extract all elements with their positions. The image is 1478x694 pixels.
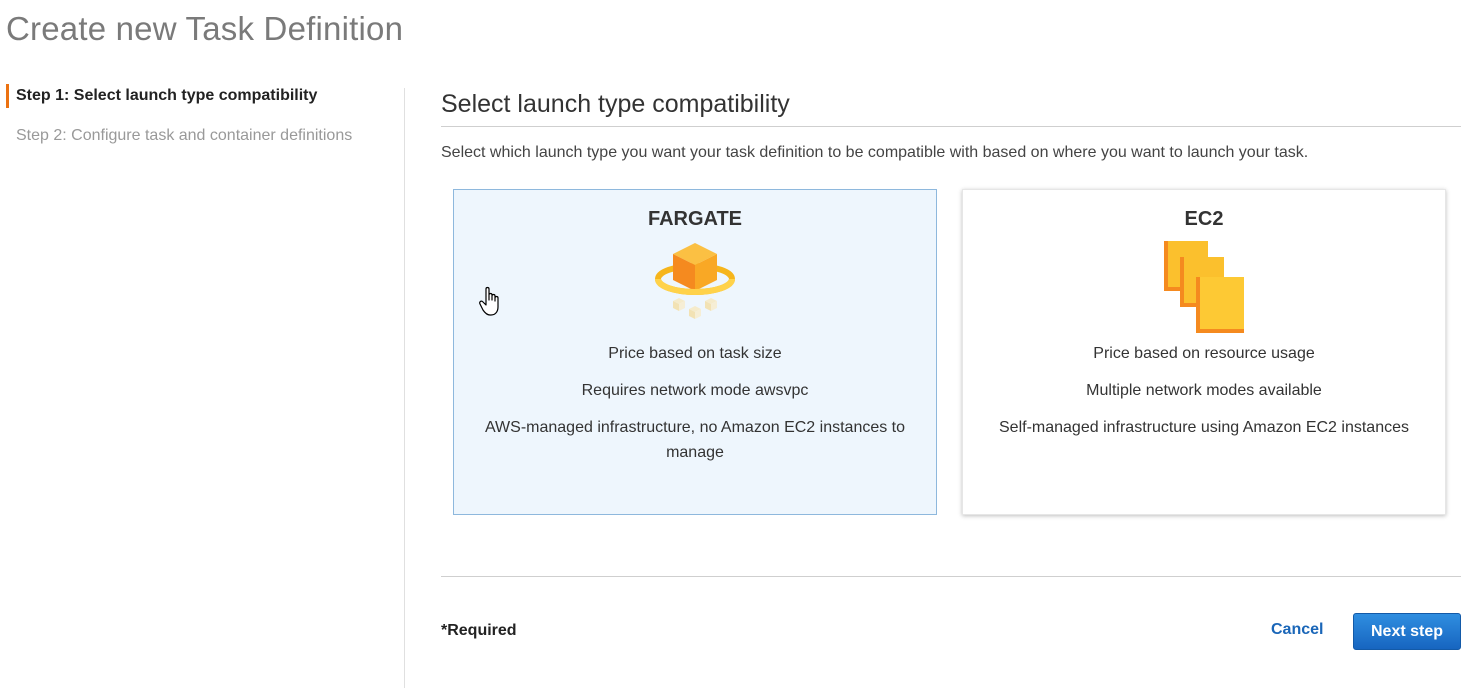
step-2-configure-definitions: Step 2: Configure task and container def…: [16, 127, 353, 144]
cancel-button[interactable]: Cancel: [1271, 621, 1323, 639]
section-description: Select which launch type you want your t…: [441, 144, 1309, 161]
ec2-pricing-text: Price based on resource usage: [1093, 345, 1315, 362]
main-content: Select launch type compatibility Select …: [441, 84, 1461, 515]
step-1-select-launch-type[interactable]: Step 1: Select launch type compatibility: [6, 84, 352, 108]
ec2-infrastructure-text: Self-managed infrastructure using Amazon…: [999, 419, 1409, 436]
next-step-button[interactable]: Next step: [1353, 613, 1461, 650]
section-title: Select launch type compatibility: [441, 90, 790, 118]
ec2-instances-icon: [963, 239, 1445, 335]
card-title-fargate: FARGATE: [647, 208, 743, 230]
hand-pointer-cursor-icon: [479, 286, 505, 323]
fargate-icon: [454, 239, 936, 335]
page-title: Create new Task Definition: [6, 10, 404, 47]
card-title-ec2: EC2: [1184, 208, 1224, 230]
ec2-launch-type-card[interactable]: EC2 Price based on resource usage Multip…: [962, 189, 1446, 515]
vertical-divider: [404, 88, 405, 688]
fargate-infrastructure-text: AWS-managed infrastructure, no Amazon EC…: [484, 419, 906, 461]
fargate-launch-type-card[interactable]: FARGATE Price based on task size Require…: [453, 189, 937, 515]
required-note: *Required: [441, 622, 517, 639]
wizard-steps: Step 1: Select launch type compatibility…: [6, 84, 352, 148]
footer-divider: [441, 576, 1461, 577]
ec2-network-text: Multiple network modes available: [1086, 382, 1322, 399]
fargate-network-text: Requires network mode awsvpc: [581, 382, 809, 399]
fargate-pricing-text: Price based on task size: [608, 345, 782, 362]
section-divider: [441, 126, 1461, 127]
